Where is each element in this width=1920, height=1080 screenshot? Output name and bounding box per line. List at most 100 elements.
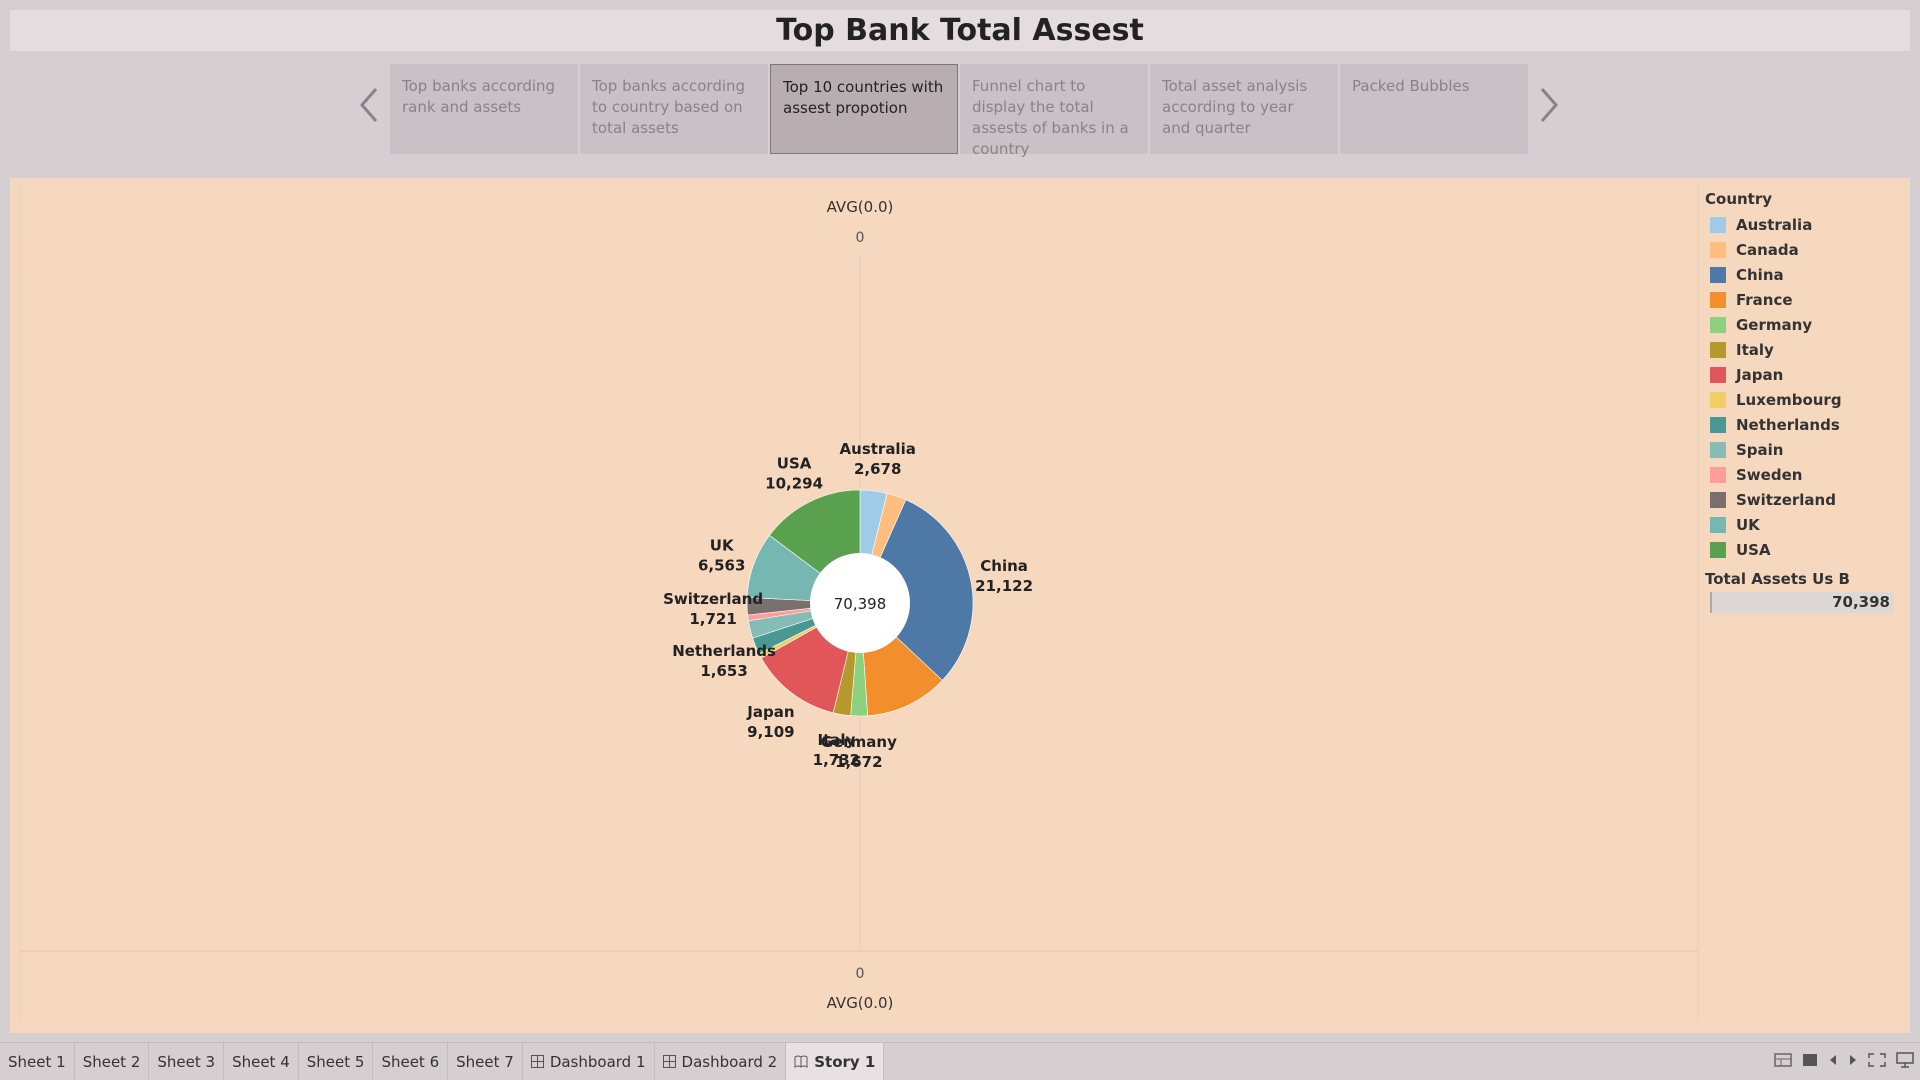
legend-swatch	[1710, 391, 1726, 408]
top-axis-tick: 0	[856, 230, 865, 246]
tab-label: Dashboard 1	[549, 1052, 646, 1071]
story-point-3[interactable]: Top 10 countries with assest propotion	[770, 64, 958, 154]
slice-label-uk: UK 6,563	[698, 536, 745, 574]
slice-label-usa: USA 10,294	[765, 455, 823, 493]
fullscreen-icon[interactable]	[1868, 1053, 1886, 1067]
legend-swatch	[1710, 266, 1726, 283]
story-point-4[interactable]: Funnel chart to display the total assest…	[960, 64, 1148, 158]
legend-swatch	[1710, 466, 1726, 483]
legend-swatch	[1710, 366, 1726, 383]
legend-item-germany[interactable]: Germany	[1705, 312, 1910, 337]
top-axis-title: AVG(0.0)	[827, 198, 894, 216]
presentation-icon[interactable]	[1896, 1052, 1914, 1068]
tab-sheet-2[interactable]: Sheet 2	[75, 1042, 150, 1080]
story-title-bar: Top Bank Total Assest	[10, 10, 1910, 51]
show-sheets-icon[interactable]	[1774, 1053, 1792, 1067]
bottom-axis-tick: 0	[856, 966, 865, 982]
tab-sheet-6[interactable]: Sheet 6	[373, 1042, 449, 1080]
legend-label: Germany	[1736, 315, 1813, 334]
tab-dashboard-1[interactable]: Dashboard 1	[523, 1042, 655, 1080]
legend-swatch	[1710, 516, 1726, 533]
sheet-tabs-bar: Sheet 1 Sheet 2 Sheet 3 Sheet 4 Sheet 5 Sheet…	[0, 1042, 1920, 1080]
chevron-right-icon	[1540, 88, 1558, 122]
filmstrip-icon[interactable]	[1802, 1053, 1818, 1067]
legend-item-china[interactable]: China	[1705, 262, 1910, 287]
tab-label: Sheet 3	[157, 1052, 216, 1071]
tab-label: Sheet 4	[232, 1052, 290, 1071]
story-canvas: AVG(0.0) 0 0 AVG(0.0) 70,398 Australia 2,…	[10, 178, 1910, 1033]
legend-item-switzerland[interactable]: Switzerland	[1705, 487, 1910, 512]
previous-icon[interactable]	[1828, 1053, 1838, 1067]
tab-label: Sheet 1	[8, 1052, 66, 1071]
legend-swatch	[1710, 291, 1726, 308]
tab-label: Story 1	[814, 1052, 876, 1071]
slice-label-china: China 21,122	[975, 557, 1033, 595]
legend-label: France	[1736, 290, 1793, 309]
legend-label: China	[1736, 265, 1784, 284]
legend-panel: Country Australia Canada China France German…	[1705, 190, 1910, 613]
legend-swatch	[1710, 541, 1726, 558]
size-legend-title: Total Assets Us B	[1705, 570, 1850, 588]
dashboard-icon	[530, 1055, 544, 1068]
story-icon	[794, 1055, 808, 1068]
legend-swatch	[1710, 341, 1726, 358]
legend-item-italy[interactable]: Italy	[1705, 337, 1910, 362]
slice-label-japan: Japan 9,109	[746, 703, 794, 741]
slice-label-australia: Australia 2,678	[840, 440, 916, 478]
legend-item-france[interactable]: France	[1705, 287, 1910, 312]
legend-label: Japan	[1736, 365, 1784, 384]
tab-sheet-4[interactable]: Sheet 4	[224, 1042, 299, 1080]
legend-label: Switzerland	[1736, 490, 1836, 509]
tab-sheet-5[interactable]: Sheet 5	[299, 1042, 374, 1080]
legend-swatch	[1710, 441, 1726, 458]
bottom-axis-title: AVG(0.0)	[827, 994, 894, 1012]
size-legend-bar: 70,398	[1710, 592, 1894, 613]
legend-swatch	[1710, 216, 1726, 233]
story-point-2[interactable]: Top banks according to country based on …	[580, 64, 768, 154]
legend-item-japan[interactable]: Japan	[1705, 362, 1910, 387]
tab-label: Sheet 5	[306, 1052, 365, 1071]
legend-swatch	[1710, 491, 1726, 508]
story-title: Top Bank Total Assest	[776, 13, 1144, 48]
story-point-6[interactable]: Packed Bubbles	[1340, 64, 1528, 154]
legend-label: Luxembourg	[1736, 390, 1842, 409]
tab-label: Sheet 2	[82, 1052, 141, 1071]
chevron-left-icon	[360, 88, 378, 122]
legend-item-netherlands[interactable]: Netherlands	[1705, 412, 1910, 437]
legend-swatch	[1710, 316, 1726, 333]
legend-label: Canada	[1736, 240, 1799, 259]
story-point-1[interactable]: Top banks according rank and assets	[390, 64, 578, 154]
tab-sheet-3[interactable]: Sheet 3	[149, 1042, 225, 1080]
legend-label: Australia	[1736, 215, 1813, 234]
legend-item-sweden[interactable]: Sweden	[1705, 462, 1910, 487]
tab-story-1[interactable]: Story 1	[786, 1042, 885, 1080]
legend-item-australia[interactable]: Australia	[1705, 212, 1910, 237]
story-navigator: Top banks according rank and assets Top b…	[390, 64, 1528, 158]
story-point-5[interactable]: Total asset analysis according to year a…	[1150, 64, 1338, 154]
tab-label: Dashboard 2	[681, 1052, 778, 1071]
legend-label: USA	[1736, 540, 1771, 559]
legend-label: Spain	[1736, 440, 1784, 459]
legend-label: Sweden	[1736, 465, 1803, 484]
legend-title: Country	[1705, 190, 1773, 208]
legend-item-usa[interactable]: USA	[1705, 537, 1910, 562]
legend-item-luxembourg[interactable]: Luxembourg	[1705, 387, 1910, 412]
tab-sheet-1[interactable]: Sheet 1	[0, 1042, 75, 1080]
tab-sheet-7[interactable]: Sheet 7	[448, 1042, 523, 1080]
legend-label: Netherlands	[1736, 415, 1840, 434]
dashboard-icon	[662, 1055, 676, 1068]
legend-item-uk[interactable]: UK	[1705, 512, 1910, 537]
legend-swatch	[1710, 241, 1726, 258]
pie-chart[interactable]: AVG(0.0) 0 0 AVG(0.0) 70,398 Australia 2,…	[10, 178, 1910, 1033]
story-prev-arrow[interactable]	[354, 85, 384, 125]
legend-item-canada[interactable]: Canada	[1705, 237, 1910, 262]
tab-label: Sheet 7	[456, 1052, 514, 1071]
legend-swatch	[1710, 416, 1726, 433]
legend-label: UK	[1736, 515, 1760, 534]
legend-label: Italy	[1736, 340, 1774, 359]
tab-dashboard-2[interactable]: Dashboard 2	[655, 1042, 787, 1080]
legend-item-spain[interactable]: Spain	[1705, 437, 1910, 462]
tab-label: Sheet 6	[381, 1052, 440, 1071]
story-next-arrow[interactable]	[1534, 85, 1564, 125]
next-icon[interactable]	[1848, 1053, 1858, 1067]
